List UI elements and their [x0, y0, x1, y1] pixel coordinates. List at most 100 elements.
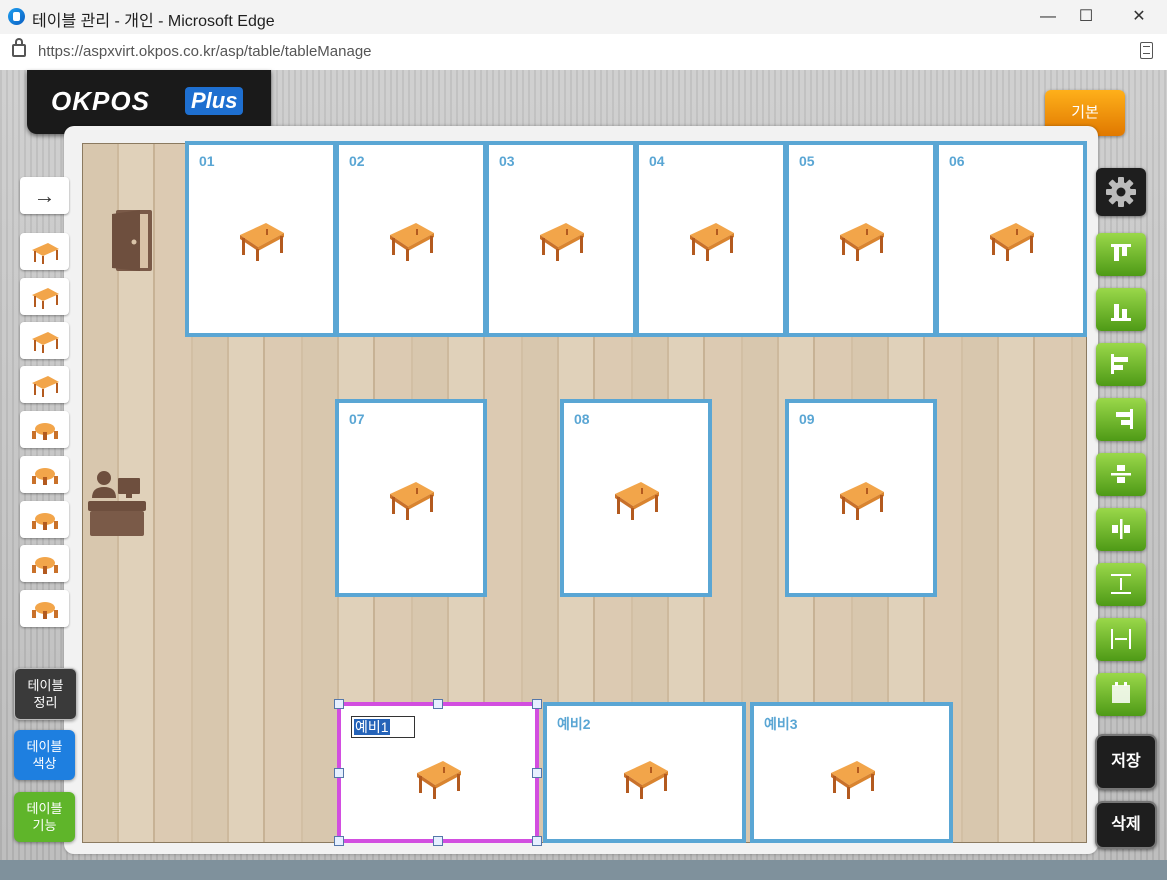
- table-icon: [990, 223, 1034, 261]
- table-function-button[interactable]: 테이블기능: [14, 792, 75, 842]
- table-label: 04: [649, 153, 665, 169]
- table-label: 01: [199, 153, 215, 169]
- table-icon: [390, 482, 434, 520]
- align-bottom-icon: [1111, 304, 1131, 321]
- table-tile[interactable]: 예비1: [337, 702, 539, 843]
- palette-table-2[interactable]: [20, 278, 69, 315]
- table-icon: [830, 760, 875, 799]
- table-icon: [417, 760, 461, 799]
- table-icon: [690, 223, 734, 261]
- align-top-icon: [1111, 244, 1131, 261]
- button-line: 테이블: [26, 801, 63, 816]
- same-size-icon: [1112, 682, 1130, 703]
- table-tile[interactable]: 예비2: [543, 702, 746, 843]
- url-text[interactable]: https://aspxvirt.okpos.co.kr/asp/table/t…: [38, 43, 372, 60]
- address-bar: https://aspxvirt.okpos.co.kr/asp/table/t…: [0, 34, 1167, 71]
- palette-round-4[interactable]: [20, 501, 69, 538]
- table-tile[interactable]: 03: [485, 141, 637, 337]
- align-right-button[interactable]: [1096, 398, 1146, 441]
- palette-round-2[interactable]: [20, 411, 69, 448]
- settings-button[interactable]: [1096, 168, 1146, 216]
- save-button[interactable]: 저장: [1095, 734, 1157, 790]
- table-label: 예비3: [764, 716, 798, 732]
- table-6-icon: [32, 376, 59, 397]
- distribute-horizontal-button[interactable]: [1096, 618, 1146, 661]
- table-icon: [615, 482, 659, 520]
- table-name-input[interactable]: 예비1: [351, 716, 415, 738]
- distribute-vertical-icon: [1111, 574, 1131, 594]
- align-hcenter-button[interactable]: [1096, 508, 1146, 551]
- table-icon: [840, 482, 884, 520]
- table-label: 09: [799, 411, 815, 427]
- bottom-strip: [0, 860, 1167, 880]
- align-top-button[interactable]: [1096, 233, 1146, 276]
- table-icon: [623, 760, 668, 799]
- palette-table-6[interactable]: [20, 366, 69, 403]
- align-right-icon: [1116, 409, 1133, 429]
- align-bottom-button[interactable]: [1096, 288, 1146, 331]
- edge-logo-icon: [8, 8, 25, 25]
- table-icon: [390, 223, 434, 261]
- resize-handle[interactable]: [334, 699, 344, 709]
- table-icon: [840, 223, 884, 261]
- resize-handle[interactable]: [532, 768, 542, 778]
- collapse-arrow-button[interactable]: →: [20, 177, 69, 214]
- table-arrange-button[interactable]: 테이블 정리: [14, 668, 77, 720]
- align-left-icon: [1111, 354, 1128, 374]
- table-tile[interactable]: 02: [335, 141, 487, 337]
- table-1-icon: [32, 243, 59, 264]
- table-label: 06: [949, 153, 965, 169]
- table-tile[interactable]: 04: [635, 141, 787, 337]
- palette-table-4[interactable]: [20, 322, 69, 359]
- window-title: 테이블 관리 - 개인 - Microsoft Edge: [32, 13, 275, 30]
- align-hcenter-icon: [1112, 519, 1130, 539]
- align-vcenter-button[interactable]: [1096, 453, 1146, 496]
- table-label: 예비2: [557, 716, 591, 732]
- table-tile[interactable]: 05: [785, 141, 937, 337]
- button-line: 기능: [32, 818, 57, 833]
- table-tile[interactable]: 08: [560, 399, 712, 597]
- round-4-icon: [32, 513, 58, 530]
- align-left-button[interactable]: [1096, 343, 1146, 386]
- counter-icon: [88, 471, 146, 536]
- same-size-button[interactable]: [1096, 673, 1146, 716]
- palette-table-1[interactable]: [20, 233, 69, 270]
- resize-handle[interactable]: [433, 836, 443, 846]
- palette-round-3[interactable]: [20, 456, 69, 493]
- table-name-selection: 예비1: [354, 719, 390, 735]
- table-tile[interactable]: 09: [785, 399, 937, 597]
- resize-handle[interactable]: [433, 699, 443, 709]
- table-label: 02: [349, 153, 365, 169]
- resize-handle[interactable]: [334, 836, 344, 846]
- table-label: 08: [574, 411, 590, 427]
- round-3-icon: [32, 468, 58, 485]
- table-label: 03: [499, 153, 515, 169]
- table-tile[interactable]: 06: [935, 141, 1087, 337]
- table-label: 05: [799, 153, 815, 169]
- table-label: 07: [349, 411, 365, 427]
- lock-icon: [12, 38, 26, 57]
- round-8-icon: [32, 602, 58, 619]
- table-tile[interactable]: 07: [335, 399, 487, 597]
- palette-round-8[interactable]: [20, 590, 69, 627]
- door-icon: [112, 210, 152, 271]
- maximize-button[interactable]: ☐: [1062, 0, 1110, 34]
- palette-round-6[interactable]: [20, 545, 69, 582]
- resize-handle[interactable]: [334, 768, 344, 778]
- button-line: 정리: [33, 695, 58, 710]
- table-tile[interactable]: 01: [185, 141, 337, 337]
- table-2-icon: [32, 288, 59, 309]
- button-line: 색상: [32, 756, 57, 771]
- delete-button[interactable]: 삭제: [1095, 801, 1157, 849]
- align-vcenter-icon: [1111, 465, 1131, 483]
- table-tile[interactable]: 예비3: [750, 702, 953, 843]
- reading-view-icon[interactable]: [1140, 42, 1153, 59]
- close-button[interactable]: ✕: [1115, 0, 1163, 34]
- table-color-button[interactable]: 테이블색상: [14, 730, 75, 780]
- button-line: 테이블: [26, 739, 63, 754]
- resize-handle[interactable]: [532, 836, 542, 846]
- title-bar: 테이블 관리 - 개인 - Microsoft Edge — ☐ ✕: [0, 0, 1167, 34]
- resize-handle[interactable]: [532, 699, 542, 709]
- logo-plus: Plus: [185, 87, 244, 115]
- distribute-vertical-button[interactable]: [1096, 563, 1146, 606]
